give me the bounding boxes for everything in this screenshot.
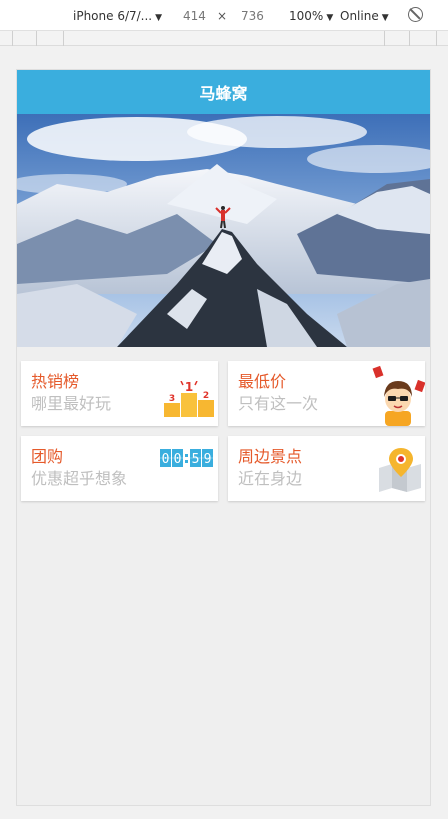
- countdown-digit: 5: [192, 452, 200, 467]
- countdown-digit: 0: [174, 452, 182, 467]
- card-group-buy[interactable]: 团购 优惠超乎想象 0 0 5 9: [21, 436, 218, 501]
- card-subtitle: 近在身边: [238, 469, 303, 488]
- countdown-digit: 0: [162, 452, 170, 467]
- device-select[interactable]: iPhone 6/7/... ▼: [73, 9, 162, 25]
- network-select[interactable]: Online ▼: [340, 9, 389, 25]
- rank-1-label: 1: [185, 381, 193, 394]
- zoom-select[interactable]: 100% ▼: [289, 9, 333, 25]
- map-pin-icon: [377, 446, 423, 496]
- cartoon-boy-icon: [371, 365, 426, 430]
- card-subtitle: 只有这一次: [238, 394, 319, 413]
- ruler-tick: [12, 31, 13, 46]
- ruler-tick: [384, 31, 385, 46]
- card-nearby-attractions[interactable]: 周边景点 近在身边: [228, 436, 425, 501]
- card-hot-list[interactable]: 热销榜 哪里最好玩 3 1 2: [21, 361, 218, 426]
- card-title: 周边景点: [238, 447, 303, 466]
- card-title: 最低价: [238, 372, 287, 391]
- card-title: 团购: [31, 447, 64, 466]
- rank-2-label: 2: [203, 391, 209, 401]
- device-viewport: 马蜂窝 热销榜 哪里最好玩 3 1 2 最低价 只有这一次 团购 优惠超乎想象 …: [16, 69, 431, 806]
- ruler-tick: [36, 31, 37, 46]
- card-subtitle: 哪里最好玩: [31, 394, 112, 413]
- zoom-label: 100%: [289, 9, 324, 23]
- card-title: 热销榜: [31, 372, 80, 391]
- countdown-digit: 9: [204, 452, 212, 467]
- rotate-disabled-icon[interactable]: [408, 7, 423, 22]
- height-input[interactable]: 736: [241, 9, 264, 23]
- dimension-separator: ×: [217, 9, 228, 23]
- width-input[interactable]: 414: [183, 9, 206, 23]
- card-lowest-price[interactable]: 最低价 只有这一次: [228, 361, 426, 426]
- ruler-tick: [63, 31, 64, 46]
- chevron-down-icon: ▼: [326, 13, 334, 23]
- app-title: 马蜂窝: [199, 84, 248, 103]
- card-subtitle: 优惠超乎想象: [31, 469, 128, 488]
- countdown-clock-icon: 0 0 5 9: [160, 448, 214, 472]
- chevron-down-icon: ▼: [381, 13, 389, 23]
- rank-3-label: 3: [169, 394, 175, 404]
- chevron-down-icon: ▼: [155, 13, 163, 23]
- mountain-photo: [17, 114, 430, 347]
- ruler-tick: [409, 31, 410, 46]
- banner-image[interactable]: [17, 114, 430, 347]
- app-header: 马蜂窝: [17, 70, 430, 114]
- devtools-toolbar: iPhone 6/7/... ▼ 414 × 736 100% ▼ Online ▼: [0, 0, 448, 31]
- ruler-tick: [436, 31, 437, 46]
- device-select-label: iPhone 6/7/...: [73, 9, 153, 23]
- podium-icon: 3 1 2: [162, 380, 216, 421]
- media-query-ruler: [0, 31, 448, 46]
- network-label: Online: [340, 9, 379, 23]
